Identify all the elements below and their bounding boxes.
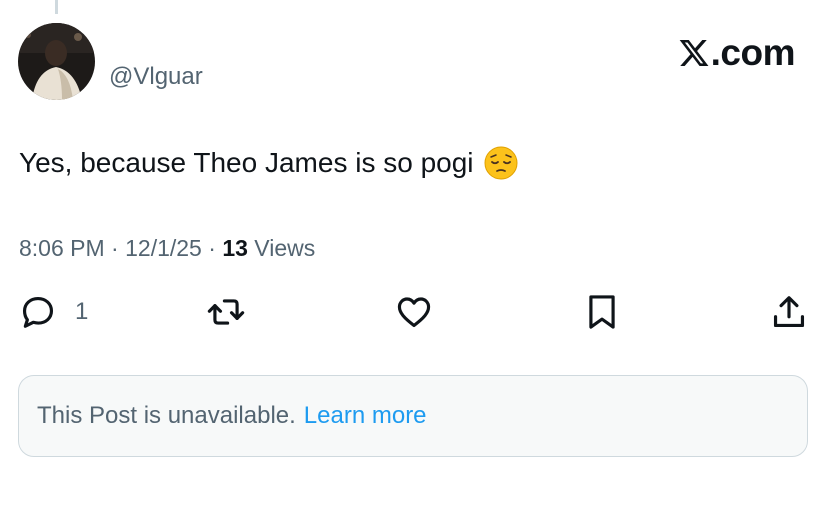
x-logo-icon: [679, 40, 709, 66]
bookmark-icon: [589, 295, 615, 329]
post-date[interactable]: 12/1/25: [125, 235, 202, 261]
reply-button[interactable]: 1: [19, 293, 88, 331]
thread-connector-line: [55, 0, 58, 14]
pensive-face-emoji: [484, 146, 518, 180]
unavailable-post-notice: This Post is unavailable. Learn more: [18, 375, 808, 457]
views-count: 13: [222, 235, 248, 261]
learn-more-link[interactable]: Learn more: [304, 402, 427, 430]
post-text: Yes, because Theo James is so pogi: [19, 147, 474, 178]
bookmark-button[interactable]: [585, 293, 619, 331]
post-time[interactable]: 8:06 PM: [19, 235, 105, 261]
share-icon: [773, 296, 805, 328]
share-button[interactable]: [770, 293, 808, 331]
like-button[interactable]: [395, 293, 433, 331]
views-label: Views: [254, 235, 316, 261]
reply-icon: [22, 296, 54, 328]
brand-domain: .com: [710, 32, 796, 73]
post-body: Yes, because Theo James is so pogi: [19, 143, 518, 183]
avatar[interactable]: [18, 23, 95, 100]
meta-separator: ·: [111, 235, 119, 261]
heart-icon: [397, 297, 431, 328]
reply-count: 1: [75, 298, 89, 325]
post-meta: 8:06 PM · 12/1/25 · 13 Views: [19, 233, 315, 263]
meta-separator: ·: [208, 235, 216, 261]
x-brand-logo: .com: [678, 32, 796, 74]
unavailable-text: This Post is unavailable.: [37, 402, 296, 429]
repost-button[interactable]: [205, 293, 247, 331]
repost-icon: [207, 299, 245, 325]
author-handle[interactable]: @Vlguar: [109, 62, 203, 92]
